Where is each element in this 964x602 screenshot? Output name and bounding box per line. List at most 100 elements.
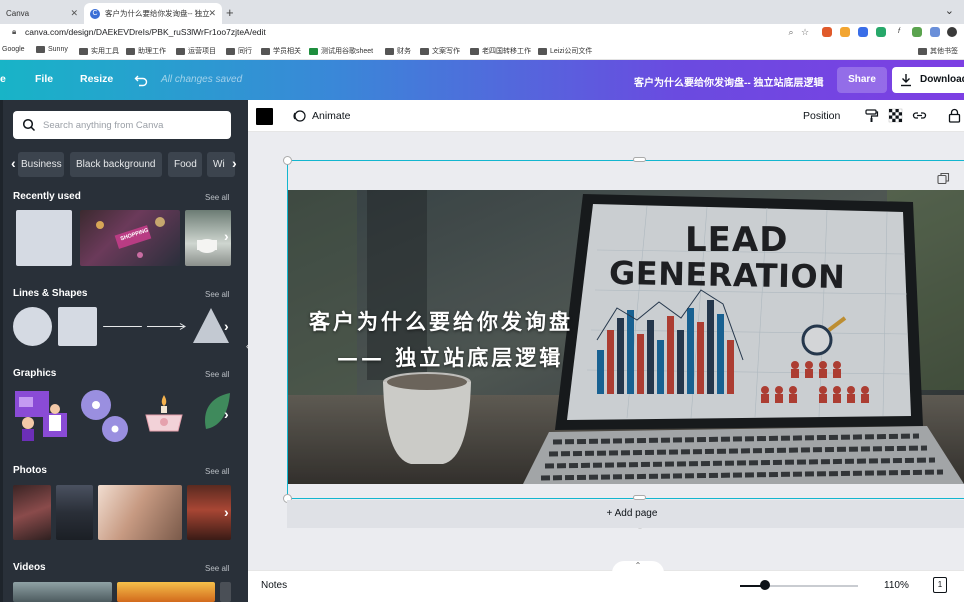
address-bar: 🔒︎ canva.com/design/DAEkEVDreIs/PBK_ruS3… — [0, 24, 964, 42]
design-headline-line1[interactable]: 客户为什么要给你发询盘 — [309, 306, 573, 336]
share-button[interactable]: Share — [837, 67, 887, 93]
search-input[interactable] — [43, 117, 223, 133]
bookmark-item[interactable]: 学员相关 — [261, 46, 301, 56]
design-headline-line2[interactable]: —— 独立站底层逻辑 — [337, 342, 563, 372]
search-icon[interactable]: ⌕ — [786, 27, 796, 37]
tab-label: 客户为什么要给你发询盘-- 独立 — [105, 9, 210, 18]
line-shape[interactable] — [103, 326, 142, 327]
chevron-right-icon[interactable]: › — [224, 504, 229, 520]
recent-photo-neon[interactable]: SHOPPING — [80, 210, 180, 266]
extension-icon[interactable]: f — [894, 27, 904, 37]
editor-toolbar: Animate Position — [248, 100, 964, 132]
browser-tab-active[interactable]: C 客户为什么要给你发询盘-- 独立 ✕ — [84, 3, 222, 24]
bookmark-item[interactable]: Sunny — [36, 46, 68, 53]
section-title-recent: Recently used — [13, 191, 81, 202]
file-menu[interactable]: File — [35, 73, 53, 85]
folder-icon — [261, 47, 270, 55]
download-label: Download — [920, 74, 964, 85]
bookmark-other[interactable]: 其他书签 — [918, 46, 958, 56]
animate-button[interactable]: Animate — [292, 109, 351, 123]
side-rail — [0, 100, 3, 602]
search-box[interactable] — [13, 111, 231, 139]
photo-thumb[interactable] — [56, 485, 93, 540]
star-icon[interactable]: ☆ — [800, 27, 810, 37]
bookmark-item[interactable]: 老四国转移工作 — [470, 46, 531, 56]
document-title[interactable]: 客户为什么要给你发询盘-- 独立站底层逻辑 — [634, 74, 823, 89]
extension-icon[interactable] — [858, 27, 868, 37]
chip-business[interactable]: Business — [18, 152, 64, 177]
home-button[interactable]: e — [0, 73, 6, 85]
resize-button[interactable]: Resize — [80, 73, 113, 85]
see-all-link[interactable]: See all — [205, 564, 229, 573]
chevron-right-icon[interactable]: › — [224, 406, 229, 422]
animate-label: Animate — [312, 110, 351, 122]
chevron-left-icon[interactable]: ‹ — [11, 155, 16, 171]
chip-food[interactable]: Food — [168, 152, 202, 177]
url-field[interactable]: canva.com/design/DAEkEVDreIs/PBK_ruS3lWr… — [25, 27, 266, 37]
bookmark-item[interactable]: 实用工具 — [79, 46, 119, 56]
elements-panel: ‹ Business Black background Food Wi › Re… — [0, 100, 248, 602]
resize-handle[interactable] — [283, 156, 292, 165]
see-all-link[interactable]: See all — [205, 467, 229, 476]
new-tab-button[interactable]: + — [226, 5, 234, 20]
chip-black-background[interactable]: Black background — [70, 152, 162, 177]
square-shape[interactable] — [58, 307, 97, 346]
zoom-slider-thumb[interactable] — [760, 580, 770, 590]
notes-button[interactable]: Notes — [261, 580, 287, 591]
photo-thumb[interactable] — [98, 485, 182, 540]
position-button[interactable]: Position — [803, 110, 840, 122]
bookmark-item[interactable]: Leizi公司文件 — [538, 46, 592, 56]
extension-icon[interactable] — [912, 27, 922, 37]
recent-square-shape[interactable] — [16, 210, 72, 266]
video-thumb[interactable] — [220, 582, 231, 602]
arrow-line-shape[interactable] — [147, 321, 187, 332]
chevron-up-icon[interactable]: ⌃ — [612, 561, 664, 573]
add-page-button[interactable]: + Add page — [287, 500, 964, 528]
window-controls-icon[interactable]: ⌄ — [945, 4, 954, 17]
see-all-link[interactable]: See all — [205, 370, 229, 379]
extension-icon[interactable] — [930, 27, 940, 37]
folder-icon — [176, 47, 185, 55]
section-title-graphics: Graphics — [13, 368, 57, 379]
paint-roller-icon[interactable] — [864, 108, 879, 123]
text-color-swatch[interactable] — [256, 108, 273, 125]
graphic-candle[interactable] — [142, 393, 186, 437]
bookmark-item[interactable]: Google — [2, 46, 25, 53]
folder-icon — [79, 47, 88, 55]
bookmark-item[interactable]: 财务 — [385, 46, 411, 56]
bookmark-item[interactable]: 同行 — [226, 46, 252, 56]
undo-icon[interactable] — [134, 73, 148, 87]
lock-icon[interactable]: 🔒︎ — [12, 27, 16, 37]
extension-icon[interactable] — [822, 27, 832, 37]
video-thumb[interactable] — [117, 582, 215, 602]
page-count-button[interactable]: 1 — [933, 577, 947, 593]
link-icon[interactable] — [912, 108, 927, 123]
bookmark-item[interactable]: 运营项目 — [176, 46, 216, 56]
zoom-level[interactable]: 110% — [884, 580, 909, 591]
extension-icon[interactable] — [876, 27, 886, 37]
chevron-right-icon[interactable]: › — [224, 228, 229, 244]
bookmark-item[interactable]: 测试用谷歌sheet — [309, 46, 373, 56]
bookmark-item[interactable]: 助理工作 — [126, 46, 166, 56]
lock-icon[interactable] — [947, 108, 962, 123]
chip-more[interactable]: Wi — [207, 152, 235, 177]
close-icon[interactable]: ✕ — [70, 8, 78, 19]
graphic-people-illustration[interactable] — [13, 387, 69, 443]
video-thumb[interactable] — [13, 582, 112, 602]
circle-shape[interactable] — [13, 307, 52, 346]
chevron-right-icon[interactable]: › — [224, 318, 229, 334]
resize-handle[interactable] — [633, 157, 646, 162]
bookmark-item[interactable]: 文案写作 — [420, 46, 460, 56]
graphic-flowers[interactable] — [79, 387, 129, 443]
canva-favicon-icon: C — [90, 8, 100, 19]
chevron-right-icon[interactable]: › — [232, 155, 237, 171]
browser-tab-canva[interactable]: Canva ✕ — [0, 3, 84, 24]
close-icon[interactable]: ✕ — [208, 8, 216, 19]
transparency-icon[interactable] — [888, 108, 903, 123]
photo-thumb[interactable] — [13, 485, 51, 540]
see-all-link[interactable]: See all — [205, 290, 229, 299]
profile-avatar[interactable] — [947, 27, 957, 37]
see-all-link[interactable]: See all — [205, 193, 229, 202]
extension-icon[interactable] — [840, 27, 850, 37]
download-button[interactable]: Download — [892, 67, 964, 93]
